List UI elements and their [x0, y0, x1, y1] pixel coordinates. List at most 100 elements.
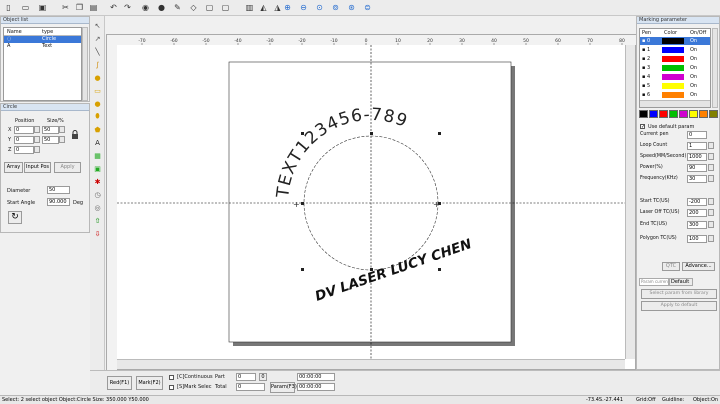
status-guideline[interactable]: Guidline:: [662, 396, 684, 404]
param-field[interactable]: 0: [687, 131, 707, 139]
object-row-text[interactable]: A Text: [4, 43, 81, 50]
copy-icon[interactable]: ❐: [74, 2, 85, 13]
qtc-button[interactable]: QTC: [662, 262, 680, 271]
select-arrow-icon[interactable]: ↖: [92, 20, 103, 31]
open-icon[interactable]: ▭: [20, 2, 31, 13]
lock-icon[interactable]: ▢: [204, 2, 215, 13]
y-size-spin[interactable]: [59, 136, 65, 143]
lock-icon[interactable]: [71, 130, 79, 139]
palette-swatch[interactable]: [679, 110, 688, 118]
param-field[interactable]: 300: [687, 221, 707, 229]
palette-swatch[interactable]: [669, 110, 678, 118]
palette-swatch[interactable]: [639, 110, 648, 118]
rotate-direction-button[interactable]: ↻: [8, 211, 22, 224]
palette-swatch[interactable]: [649, 110, 658, 118]
y-position-field[interactable]: 0: [14, 136, 34, 144]
mirror-icon[interactable]: ◭: [258, 2, 269, 13]
apply-button[interactable]: Apply: [54, 162, 81, 173]
x-position-spin[interactable]: [34, 126, 40, 133]
selected-mark-checkbox[interactable]: [169, 385, 174, 390]
bitmap-icon[interactable]: ▣: [92, 163, 103, 174]
canvas-vertical-scrollbar[interactable]: [625, 45, 635, 359]
pen-row[interactable]: ▪ 5 On: [640, 82, 710, 90]
status-grid[interactable]: Grid:Off: [636, 396, 656, 404]
continuous-checkbox[interactable]: [169, 375, 174, 380]
param-field[interactable]: -200: [687, 198, 707, 206]
start-angle-field[interactable]: 90.000: [47, 198, 70, 206]
param-spin[interactable]: [708, 153, 714, 160]
param-field[interactable]: 100: [687, 235, 707, 243]
palette-swatch[interactable]: [659, 110, 668, 118]
pen-row[interactable]: ▪ 4 On: [640, 73, 710, 81]
use-default-checkbox[interactable]: ✓: [640, 124, 645, 130]
draw-ellipse-icon[interactable]: ⬮: [92, 111, 103, 122]
paste-icon[interactable]: ▤: [88, 2, 99, 13]
advance-button[interactable]: Advance...: [682, 262, 715, 271]
array-button[interactable]: Array: [4, 162, 23, 173]
param-spin[interactable]: [708, 175, 714, 182]
input-pos-button[interactable]: Input Pos: [24, 162, 51, 173]
draw-line-icon[interactable]: ╲: [92, 46, 103, 57]
pen-row[interactable]: ▪ 2 On: [640, 55, 710, 63]
apply-to-default-button[interactable]: Apply to default: [641, 301, 717, 311]
pen-list-hscroll[interactable]: [640, 100, 710, 107]
param-field[interactable]: 30: [687, 175, 707, 183]
zoom-select-icon[interactable]: ⊜: [362, 2, 373, 13]
part-field[interactable]: 0: [236, 373, 256, 381]
status-object[interactable]: Object:On: [693, 396, 718, 404]
param-spin[interactable]: [708, 198, 714, 205]
param-field[interactable]: 1000: [687, 153, 707, 161]
param-field[interactable]: 200: [687, 209, 707, 217]
undo-icon[interactable]: ↶: [108, 2, 119, 13]
pen-color-swatch[interactable]: [662, 83, 684, 89]
select-param-library-button[interactable]: Select param from library: [641, 289, 717, 299]
pen-color-swatch[interactable]: [662, 47, 684, 53]
x-position-field[interactable]: 0: [14, 126, 34, 134]
object-row-circle[interactable]: ◌ Circle: [4, 36, 81, 43]
pen-color-swatch[interactable]: [662, 65, 684, 71]
cut-icon[interactable]: ✂: [60, 2, 71, 13]
pen-row[interactable]: ▪ 6 On: [640, 91, 710, 99]
draw-circle-icon[interactable]: ●: [92, 98, 103, 109]
extend-axis-icon[interactable]: ◎: [92, 202, 103, 213]
z-position-spin[interactable]: [34, 146, 40, 153]
y-size-field[interactable]: 50: [42, 136, 59, 144]
new-icon[interactable]: ▯: [3, 2, 14, 13]
input-port-icon[interactable]: ⇧: [92, 215, 103, 226]
diameter-field[interactable]: 50: [47, 186, 70, 194]
list-scrollbar[interactable]: [82, 27, 88, 101]
draw-point-icon[interactable]: ●: [92, 72, 103, 83]
param-spin[interactable]: [708, 142, 714, 149]
palette-swatch[interactable]: [709, 110, 718, 118]
param-tab-current[interactable]: Param current: [639, 278, 669, 286]
x-size-spin[interactable]: [59, 126, 65, 133]
param-button[interactable]: Param(F3): [270, 382, 297, 393]
unlock-icon[interactable]: ▢: [220, 2, 231, 13]
zoom-in-icon[interactable]: ⊕: [282, 2, 293, 13]
vector-file-icon[interactable]: ✱: [92, 176, 103, 187]
node-icon[interactable]: ◇: [188, 2, 199, 13]
x-size-field[interactable]: 50: [42, 126, 59, 134]
pen-color-swatch[interactable]: [662, 92, 684, 98]
draw-polygon-icon[interactable]: ⬟: [92, 124, 103, 135]
draw-text-icon[interactable]: A: [92, 137, 103, 148]
pen-icon[interactable]: ✎: [172, 2, 183, 13]
time-icon[interactable]: ◷: [92, 189, 103, 200]
pen-row[interactable]: ▪ 0 On: [640, 37, 710, 45]
pen-row[interactable]: ▪ 3 On: [640, 64, 710, 72]
pen-color-swatch[interactable]: [662, 56, 684, 62]
z-position-field[interactable]: 0: [14, 146, 34, 154]
param-field[interactable]: 1: [687, 142, 707, 150]
zoom-all-icon[interactable]: ⊚: [330, 2, 341, 13]
total-field[interactable]: 0: [236, 383, 265, 391]
param-spin[interactable]: [708, 164, 714, 171]
align-icon[interactable]: ▥: [244, 2, 255, 13]
palette-swatch[interactable]: [699, 110, 708, 118]
red-button[interactable]: Red(F1): [107, 376, 132, 390]
y-position-spin[interactable]: [34, 136, 40, 143]
pen-color-swatch[interactable]: [662, 38, 684, 44]
param-field[interactable]: 90: [687, 164, 707, 172]
select-icon[interactable]: ◉: [140, 2, 151, 13]
barcode-icon[interactable]: ▦: [92, 150, 103, 161]
zoom-fit-icon[interactable]: ⊙: [314, 2, 325, 13]
